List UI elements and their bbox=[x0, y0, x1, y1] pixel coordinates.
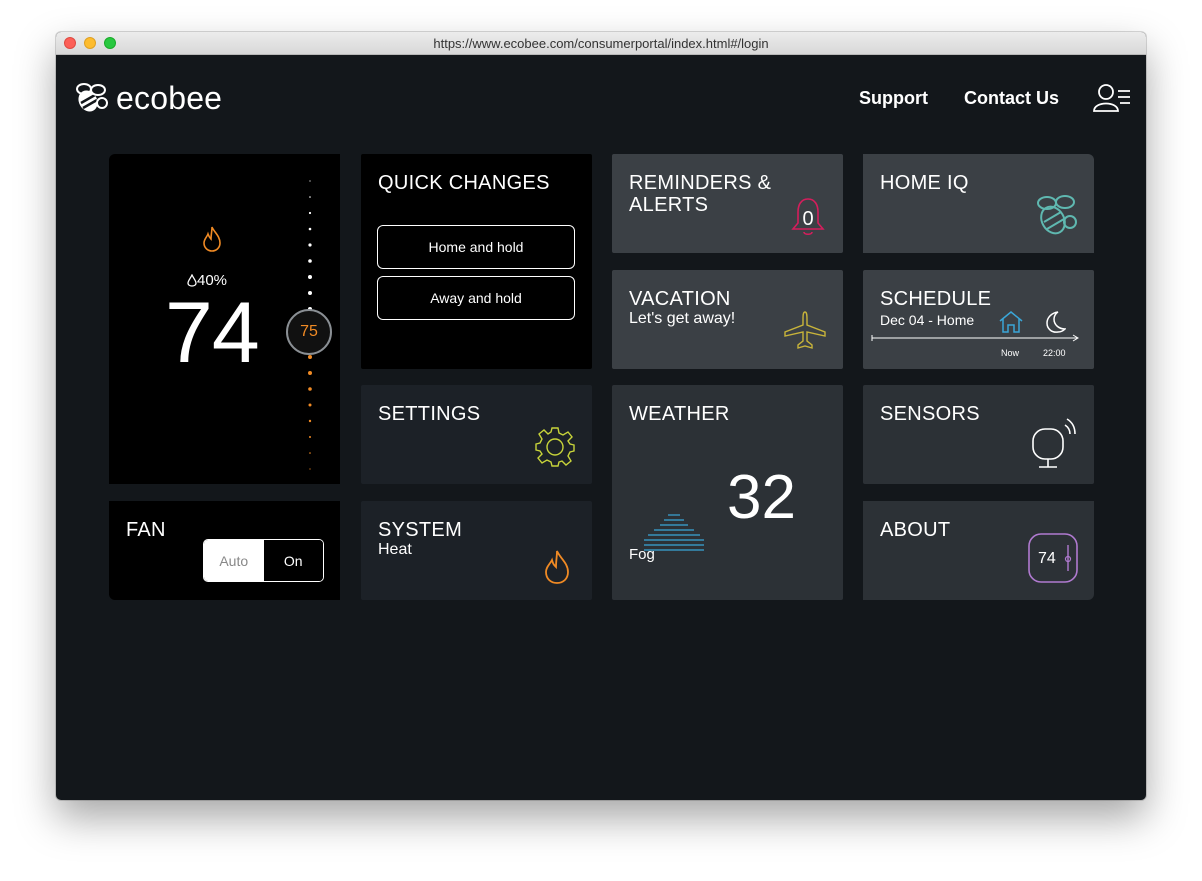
schedule-tile[interactable]: SCHEDULE Dec 04 - Home Now 22:00 bbox=[863, 270, 1094, 369]
schedule-timeline bbox=[871, 334, 1079, 342]
contact-us-link[interactable]: Contact Us bbox=[964, 88, 1059, 109]
system-mode: Heat bbox=[378, 541, 412, 558]
system-tile[interactable]: SYSTEM Heat bbox=[361, 501, 592, 600]
schedule-subtitle: Dec 04 - Home bbox=[880, 312, 975, 328]
quick-changes-title: QUICK CHANGES bbox=[378, 172, 550, 194]
url-bar[interactable]: https://www.ecobee.com/consumerportal/in… bbox=[56, 36, 1146, 51]
brand-name: ecobee bbox=[116, 79, 223, 116]
weather-condition: Fog bbox=[629, 546, 655, 563]
gear-icon bbox=[535, 427, 575, 467]
thermostat-tile[interactable]: 40% 74 75 bbox=[109, 154, 340, 484]
home-iq-tile[interactable]: HOME IQ bbox=[863, 154, 1094, 253]
sensors-title: SENSORS bbox=[880, 403, 980, 425]
reminders-alerts-tile[interactable]: REMINDERS & ALERTS 0 bbox=[612, 154, 843, 253]
vacation-tile[interactable]: VACATION Let's get away! bbox=[612, 270, 843, 369]
airplane-icon bbox=[784, 311, 826, 349]
vacation-subtitle: Let's get away! bbox=[629, 310, 736, 327]
flame-icon bbox=[545, 550, 569, 584]
fan-auto-option[interactable]: Auto bbox=[204, 540, 264, 581]
settings-tile[interactable]: SETTINGS bbox=[361, 385, 592, 484]
settings-title: SETTINGS bbox=[378, 403, 481, 425]
sensors-tile[interactable]: SENSORS bbox=[863, 385, 1094, 484]
current-temperature: 74 bbox=[165, 285, 260, 381]
home-iq-title: HOME IQ bbox=[880, 172, 969, 194]
support-link[interactable]: Support bbox=[859, 88, 928, 109]
weather-title: WEATHER bbox=[629, 403, 730, 425]
home-and-hold-button[interactable]: Home and hold bbox=[377, 225, 575, 269]
ecobee-logo[interactable]: ecobee bbox=[74, 80, 222, 116]
fan-title: FAN bbox=[126, 519, 166, 541]
weather-tile[interactable]: WEATHER 32 Fog bbox=[612, 385, 843, 600]
sensor-icon bbox=[1032, 418, 1076, 468]
about-tile[interactable]: ABOUT 74 bbox=[863, 501, 1094, 600]
schedule-title: SCHEDULE bbox=[880, 288, 992, 310]
browser-window: https://www.ecobee.com/consumerportal/in… bbox=[56, 32, 1146, 800]
fan-tile: FAN Auto On bbox=[109, 501, 340, 600]
flame-icon bbox=[203, 226, 221, 252]
fan-mode-toggle[interactable]: Auto On bbox=[203, 539, 324, 582]
weather-temperature: 32 bbox=[727, 463, 796, 532]
fan-on-option[interactable]: On bbox=[263, 540, 323, 581]
alert-count: 0 bbox=[802, 208, 814, 230]
title-bar: https://www.ecobee.com/consumerportal/in… bbox=[56, 32, 1146, 55]
about-title: ABOUT bbox=[880, 519, 951, 541]
bee-icon bbox=[1037, 195, 1077, 235]
bee-logo-icon bbox=[76, 83, 108, 112]
schedule-now-label: Now bbox=[1001, 348, 1020, 358]
about-device-temp: 74 bbox=[1038, 550, 1056, 567]
vacation-title: VACATION bbox=[629, 288, 731, 310]
schedule-time-label: 22:00 bbox=[1043, 348, 1066, 358]
moon-icon bbox=[1046, 311, 1066, 333]
away-and-hold-button[interactable]: Away and hold bbox=[377, 276, 575, 320]
setpoint-handle[interactable]: 75 bbox=[286, 309, 332, 355]
user-menu-icon[interactable] bbox=[1092, 83, 1132, 113]
quick-changes-tile: QUICK CHANGES Home and hold Away and hol… bbox=[361, 154, 592, 369]
reminders-title: REMINDERS & ALERTS bbox=[629, 172, 772, 216]
home-icon bbox=[999, 311, 1023, 333]
system-title: SYSTEM bbox=[378, 519, 463, 541]
